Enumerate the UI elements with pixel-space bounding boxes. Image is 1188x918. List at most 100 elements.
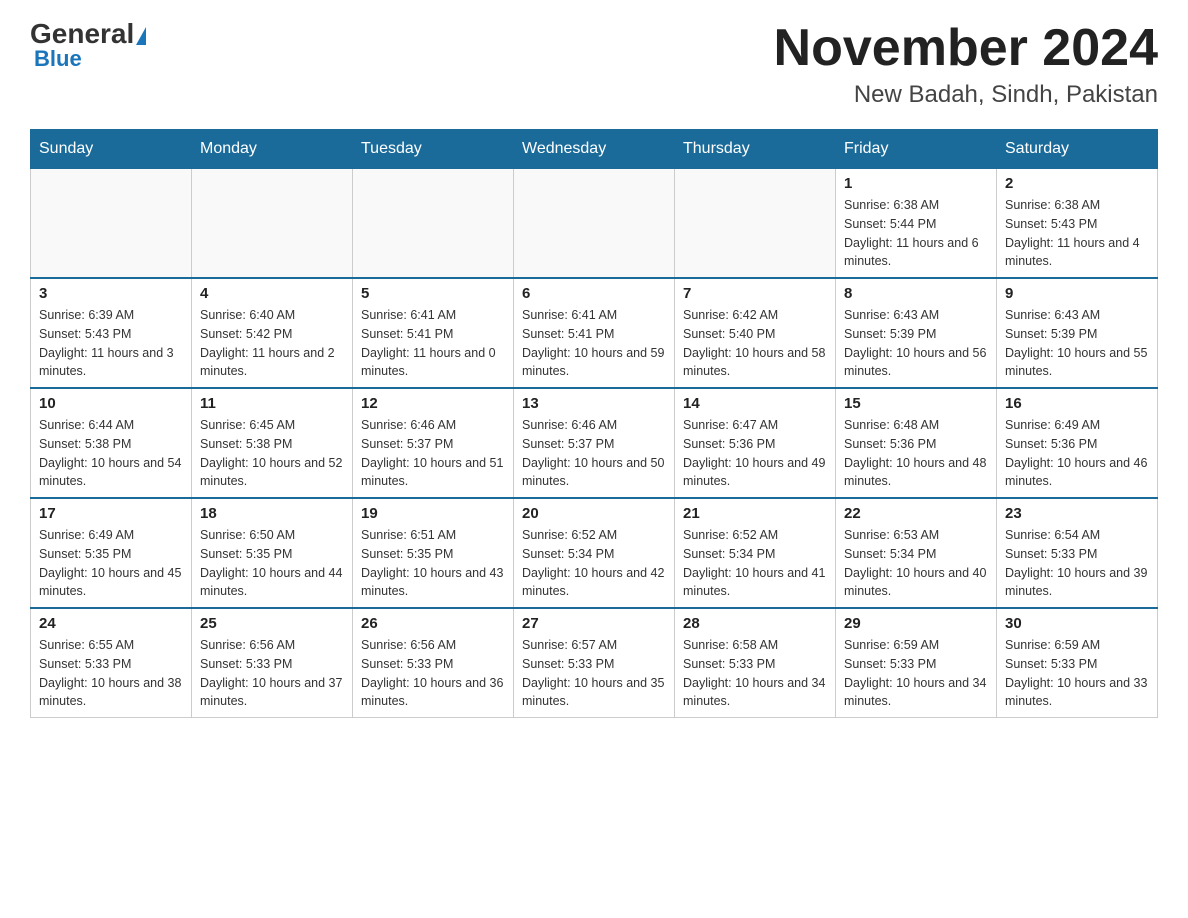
table-row: 6 Sunrise: 6:41 AM Sunset: 5:41 PM Daylig…	[514, 278, 675, 388]
day-number: 10	[39, 395, 183, 412]
table-row: 30Sunrise: 6:59 AM Sunset: 5:33 PM Dayli…	[997, 608, 1158, 718]
day-number: 28	[683, 615, 827, 632]
day-number: 22	[844, 505, 988, 522]
header-wednesday: Wednesday	[514, 130, 675, 169]
table-row: 2Sunrise: 6:38 AM Sunset: 5:43 PM Daylig…	[997, 169, 1158, 279]
logo-blue-text: Blue	[30, 46, 82, 72]
day-info: Sunrise: 6:50 AM Sunset: 5:35 PM Dayligh…	[200, 526, 344, 601]
table-row: 14 Sunrise: 6:47 AM Sunset: 5:36 PM Dayli…	[675, 388, 836, 498]
table-row	[31, 169, 192, 279]
day-number: 16	[1005, 395, 1149, 412]
table-row: 15 Sunrise: 6:48 AM Sunset: 5:36 PM Dayli…	[836, 388, 997, 498]
table-row: 28 Sunrise: 6:58 AM Sunset: 5:33 PM Dayli…	[675, 608, 836, 718]
table-row: 7 Sunrise: 6:42 AM Sunset: 5:40 PM Daylig…	[675, 278, 836, 388]
day-number: 2	[1005, 175, 1149, 192]
table-row: 25Sunrise: 6:56 AM Sunset: 5:33 PM Dayli…	[192, 608, 353, 718]
day-number: 23	[1005, 505, 1149, 522]
calendar-title: November 2024	[774, 20, 1158, 77]
table-row: 20Sunrise: 6:52 AM Sunset: 5:34 PM Dayli…	[514, 498, 675, 608]
day-info: Sunrise: 6:58 AM Sunset: 5:33 PM Dayligh…	[683, 636, 827, 711]
day-number: 24	[39, 615, 183, 632]
calendar-table: Sunday Monday Tuesday Wednesday Thursday…	[30, 129, 1158, 718]
day-info: Sunrise: 6:54 AM Sunset: 5:33 PM Dayligh…	[1005, 526, 1149, 601]
table-row	[675, 169, 836, 279]
day-info: Sunrise: 6:49 AM Sunset: 5:35 PM Dayligh…	[39, 526, 183, 601]
table-row: 4Sunrise: 6:40 AM Sunset: 5:42 PM Daylig…	[192, 278, 353, 388]
table-row: 24 Sunrise: 6:55 AM Sunset: 5:33 PM Dayli…	[31, 608, 192, 718]
day-info: Sunrise: 6:43 AM Sunset: 5:39 PM Dayligh…	[844, 306, 988, 381]
day-info: Sunrise: 6:38 AM Sunset: 5:44 PM Dayligh…	[844, 196, 988, 271]
day-info: Sunrise: 6:42 AM Sunset: 5:40 PM Dayligh…	[683, 306, 827, 381]
page-header: General Blue November 2024 New Badah, Si…	[30, 20, 1158, 109]
day-number: 13	[522, 395, 666, 412]
day-number: 18	[200, 505, 344, 522]
table-row: 11 Sunrise: 6:45 AM Sunset: 5:38 PM Dayli…	[192, 388, 353, 498]
day-info: Sunrise: 6:53 AM Sunset: 5:34 PM Dayligh…	[844, 526, 988, 601]
table-row: 19 Sunrise: 6:51 AM Sunset: 5:35 PM Dayli…	[353, 498, 514, 608]
header-thursday: Thursday	[675, 130, 836, 169]
day-info: Sunrise: 6:39 AM Sunset: 5:43 PM Dayligh…	[39, 306, 183, 381]
day-info: Sunrise: 6:45 AM Sunset: 5:38 PM Dayligh…	[200, 416, 344, 491]
day-number: 11	[200, 395, 344, 412]
header-friday: Friday	[836, 130, 997, 169]
logo-triangle-icon	[136, 27, 146, 45]
header-monday: Monday	[192, 130, 353, 169]
day-info: Sunrise: 6:44 AM Sunset: 5:38 PM Dayligh…	[39, 416, 183, 491]
day-number: 15	[844, 395, 988, 412]
table-row: 10 Sunrise: 6:44 AM Sunset: 5:38 PM Dayli…	[31, 388, 192, 498]
table-row: 22 Sunrise: 6:53 AM Sunset: 5:34 PM Dayli…	[836, 498, 997, 608]
table-row: 9 Sunrise: 6:43 AM Sunset: 5:39 PM Daylig…	[997, 278, 1158, 388]
day-number: 25	[200, 615, 344, 632]
header-saturday: Saturday	[997, 130, 1158, 169]
day-number: 26	[361, 615, 505, 632]
logo: General Blue	[30, 20, 146, 72]
day-info: Sunrise: 6:41 AM Sunset: 5:41 PM Dayligh…	[522, 306, 666, 381]
calendar-subtitle: New Badah, Sindh, Pakistan	[774, 81, 1158, 109]
day-number: 6	[522, 285, 666, 302]
day-number: 17	[39, 505, 183, 522]
day-number: 3	[39, 285, 183, 302]
day-number: 8	[844, 285, 988, 302]
table-row: 3 Sunrise: 6:39 AM Sunset: 5:43 PM Daylig…	[31, 278, 192, 388]
table-row	[353, 169, 514, 279]
table-row: 23 Sunrise: 6:54 AM Sunset: 5:33 PM Dayli…	[997, 498, 1158, 608]
logo-general-text: General	[30, 20, 146, 48]
day-info: Sunrise: 6:49 AM Sunset: 5:36 PM Dayligh…	[1005, 416, 1149, 491]
day-info: Sunrise: 6:51 AM Sunset: 5:35 PM Dayligh…	[361, 526, 505, 601]
day-number: 7	[683, 285, 827, 302]
title-block: November 2024 New Badah, Sindh, Pakistan	[774, 20, 1158, 109]
day-number: 9	[1005, 285, 1149, 302]
table-row: 29 Sunrise: 6:59 AM Sunset: 5:33 PM Dayli…	[836, 608, 997, 718]
day-info: Sunrise: 6:43 AM Sunset: 5:39 PM Dayligh…	[1005, 306, 1149, 381]
day-info: Sunrise: 6:46 AM Sunset: 5:37 PM Dayligh…	[522, 416, 666, 491]
day-info: Sunrise: 6:55 AM Sunset: 5:33 PM Dayligh…	[39, 636, 183, 711]
header-sunday: Sunday	[31, 130, 192, 169]
day-number: 29	[844, 615, 988, 632]
day-number: 19	[361, 505, 505, 522]
day-number: 21	[683, 505, 827, 522]
table-row: 16 Sunrise: 6:49 AM Sunset: 5:36 PM Dayli…	[997, 388, 1158, 498]
day-info: Sunrise: 6:59 AM Sunset: 5:33 PM Dayligh…	[844, 636, 988, 711]
day-info: Sunrise: 6:48 AM Sunset: 5:36 PM Dayligh…	[844, 416, 988, 491]
day-info: Sunrise: 6:52 AM Sunset: 5:34 PM Dayligh…	[522, 526, 666, 601]
day-info: Sunrise: 6:47 AM Sunset: 5:36 PM Dayligh…	[683, 416, 827, 491]
day-number: 4	[200, 285, 344, 302]
day-info: Sunrise: 6:52 AM Sunset: 5:34 PM Dayligh…	[683, 526, 827, 601]
day-number: 30	[1005, 615, 1149, 632]
table-row: 5 Sunrise: 6:41 AM Sunset: 5:41 PM Daylig…	[353, 278, 514, 388]
day-info: Sunrise: 6:57 AM Sunset: 5:33 PM Dayligh…	[522, 636, 666, 711]
day-number: 12	[361, 395, 505, 412]
header-tuesday: Tuesday	[353, 130, 514, 169]
table-row: 17 Sunrise: 6:49 AM Sunset: 5:35 PM Dayli…	[31, 498, 192, 608]
day-number: 27	[522, 615, 666, 632]
day-number: 5	[361, 285, 505, 302]
day-number: 14	[683, 395, 827, 412]
day-info: Sunrise: 6:41 AM Sunset: 5:41 PM Dayligh…	[361, 306, 505, 381]
day-info: Sunrise: 6:46 AM Sunset: 5:37 PM Dayligh…	[361, 416, 505, 491]
table-row: 13 Sunrise: 6:46 AM Sunset: 5:37 PM Dayli…	[514, 388, 675, 498]
table-row: 27 Sunrise: 6:57 AM Sunset: 5:33 PM Dayli…	[514, 608, 675, 718]
day-number: 1	[844, 175, 988, 192]
table-row: 1 Sunrise: 6:38 AM Sunset: 5:44 PM Daylig…	[836, 169, 997, 279]
day-info: Sunrise: 6:56 AM Sunset: 5:33 PM Dayligh…	[361, 636, 505, 711]
table-row: 8 Sunrise: 6:43 AM Sunset: 5:39 PM Daylig…	[836, 278, 997, 388]
